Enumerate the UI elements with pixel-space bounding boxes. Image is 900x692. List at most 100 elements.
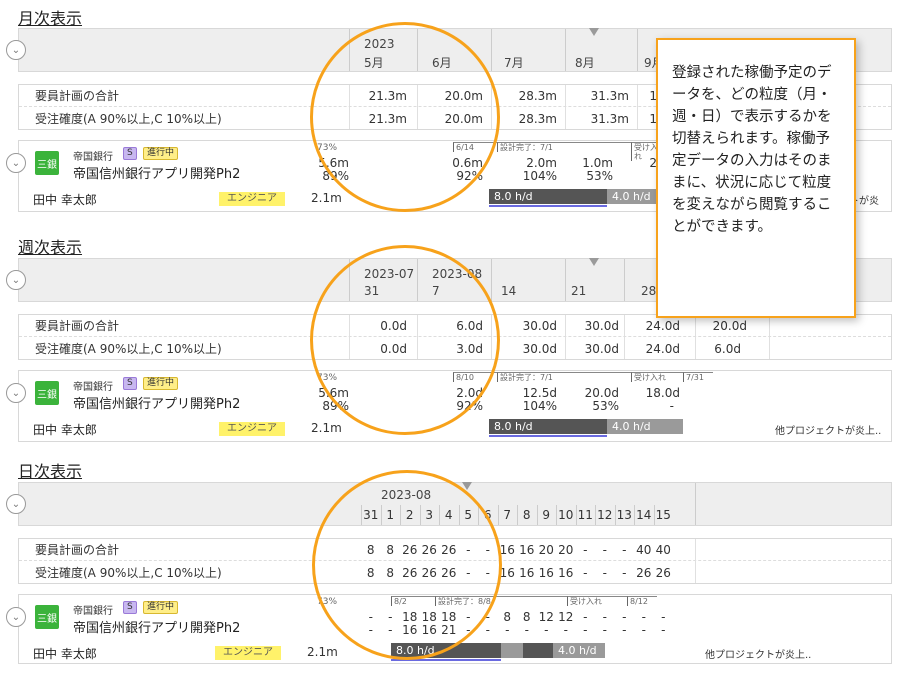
cell-value: 104% [522,399,557,413]
day-cell-value: 26 [421,543,437,557]
client-name: 帝国銀行 [73,152,113,163]
day-cell-value: - [602,623,607,637]
day-col-label: 2 [405,508,414,522]
day-cell-value: - [583,566,588,580]
day-cell-value: 8 [386,566,395,580]
cell-value: 30.0d [522,342,557,356]
day-cell-value: 40 [655,543,671,557]
day-cell-value: - [466,623,471,637]
assignee-name: 田中 幸太郎 [33,423,97,437]
weekly-section-title: 週次表示 [18,238,83,257]
allocation-bar[interactable]: 4.0 h/d [607,419,683,434]
cell-value: 104% [522,169,557,183]
month-col-label: 7月 [504,56,524,70]
allocation-bar[interactable] [501,643,523,658]
allocation-bar[interactable]: 8.0 h/d [391,643,501,658]
row-label: 要員計画の合計 [35,89,120,103]
day-cell-value: 26 [402,566,418,580]
cell-value: 30.0d [584,342,619,356]
day-cell-value: - [466,543,471,557]
role-badge: エンジニア [219,192,285,206]
day-cell-value: - [641,623,646,637]
assignee-hours: 2.1m [311,191,342,205]
allocation-bar[interactable]: 4.0 h/d [553,643,605,658]
client-logo: 三銀 [35,381,59,405]
cell-value: 53% [586,169,613,183]
day-cell-value: - [622,566,627,580]
cell-value: 20.0m [444,112,483,126]
day-cell-value: - [583,543,588,557]
assignee-note: 他プロジェクトが炎上.. [775,426,882,437]
day-col-label: 9 [542,508,551,522]
cell-value: 92% [456,399,483,413]
day-cell-value: - [622,543,627,557]
day-cell-value: 26 [421,566,437,580]
day-col-label: 12 [597,508,613,522]
allocation-bar[interactable]: 4.0 h/d [607,189,657,204]
cell-value: 31.3m [590,89,629,103]
rank-badge: S [123,601,137,614]
milestone-end: 7/31 [683,372,713,382]
project-name[interactable]: 帝国信州銀行アプリ開発Ph2 [73,163,240,182]
cell-value: 0.0d [380,319,407,333]
milestone-design: 設計完了：7/1 [497,142,631,152]
year-label: 2023-07 [364,267,415,281]
year-label: 2023-08 [381,488,432,502]
cell-value: 21.3m [368,89,407,103]
allocation-bar[interactable] [523,643,553,658]
status-badge: 進行中 [143,601,179,614]
milestone-start: 8/10 [453,372,497,382]
month-col-label: 6月 [432,56,452,70]
day-col-label: 14 [636,508,652,522]
status-badge: 進行中 [143,377,179,390]
daily-timeline-header: ⌄ 2023-08 31 1 2 3 4 5 6 7 8 9 10 11 12 13 14 15 [6,482,892,526]
day-cell-value: 16 [421,623,437,637]
daily-project-card[interactable]: ⌄ 三銀 帝国銀行 S 進行中 帝国信州銀行アプリ開発Ph2 73% 8/2 設… [6,594,892,664]
day-cell-value: 16 [519,543,535,557]
weekly-project-card[interactable]: ⌄ 三銀 帝国銀行 S 進行中 帝国信州銀行アプリ開発Ph2 73% 5.6m … [6,370,892,442]
day-cell-value: - [485,543,490,557]
cell-value: 28.3m [518,112,557,126]
expand-chevron-icon[interactable]: ⌄ [6,607,26,627]
allocation-bar[interactable]: 8.0 h/d [489,419,607,434]
cell-value: 21.3m [368,112,407,126]
week-col-label: 21 [571,284,587,298]
day-cell-value: - [563,623,568,637]
day-cell-value: - [466,566,471,580]
expand-chevron-icon[interactable]: ⌄ [6,153,26,173]
week-col-label: 14 [501,284,517,298]
project-name[interactable]: 帝国信州銀行アプリ開発Ph2 [73,393,240,412]
collapse-chevron-icon[interactable]: ⌄ [6,270,26,290]
day-cell-value: 26 [655,566,671,580]
day-cell-value: 26 [402,543,418,557]
week-col-label: 31 [364,284,380,298]
milestone-design: 設計完了：7/1 [497,372,631,382]
actual-underline [489,205,607,207]
rank-badge: S [123,147,137,160]
day-cell-value: 8 [366,543,375,557]
week-col-label: 7 [432,284,440,298]
daily-summary-table: 要員計画の合計 8 8 26 26 26- -16 16 20 20- - -40 40 受注確度(A… [18,538,892,584]
collapse-chevron-icon[interactable]: ⌄ [6,40,26,60]
cell-value: 30.0d [584,319,619,333]
collapse-chevron-icon[interactable]: ⌄ [6,494,26,514]
role-badge: エンジニア [219,422,285,436]
project-name[interactable]: 帝国信州銀行アプリ開発Ph2 [73,617,240,636]
day-cell-value: - [505,623,510,637]
day-cell-value: - [485,623,490,637]
day-col-label: 3 [425,508,434,522]
daily-section-title: 日次表示 [18,462,83,481]
status-badge: 進行中 [143,147,179,160]
cell-value: - [669,399,674,413]
allocation-bar[interactable]: 8.0 h/d [489,189,607,204]
day-col-label: 10 [558,508,574,522]
day-col-label: 4 [444,508,453,522]
client-name: 帝国銀行 [73,382,113,393]
year-label: 2023-08 [432,267,483,281]
cell-value: 24.0d [645,319,680,333]
day-cell-value: 20 [538,543,554,557]
day-cell-value: 16 [402,623,418,637]
day-cell-value: 26 [636,566,652,580]
week-col-label: 28 [641,284,657,298]
expand-chevron-icon[interactable]: ⌄ [6,383,26,403]
